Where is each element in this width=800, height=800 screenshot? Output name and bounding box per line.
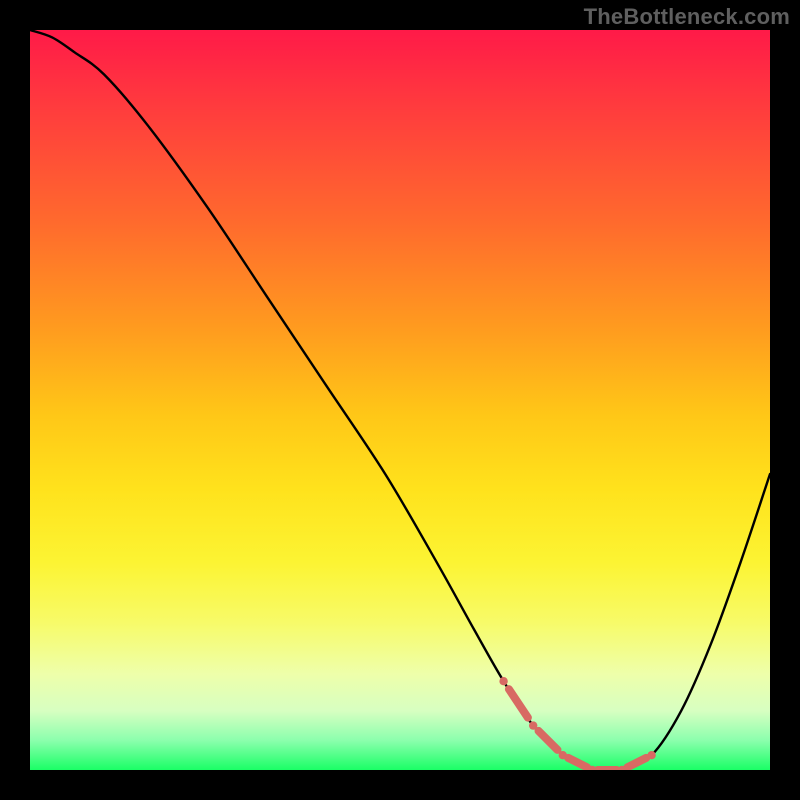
optimal-range-marker bbox=[568, 758, 587, 767]
bottleneck-curve bbox=[30, 30, 770, 770]
frame: TheBottleneck.com bbox=[0, 0, 800, 800]
optimal-range-dot bbox=[618, 766, 626, 770]
optimal-range-marker bbox=[627, 758, 646, 767]
optimal-range-markers bbox=[499, 677, 655, 770]
watermark-text: TheBottleneck.com bbox=[584, 4, 790, 30]
optimal-range-dot bbox=[647, 751, 655, 759]
chart-svg bbox=[30, 30, 770, 770]
optimal-range-dot bbox=[588, 766, 596, 770]
optimal-range-marker bbox=[509, 689, 528, 717]
optimal-range-dot bbox=[559, 751, 567, 759]
optimal-range-marker bbox=[539, 731, 558, 750]
plot-area bbox=[30, 30, 770, 770]
optimal-range-dot bbox=[499, 677, 507, 685]
optimal-range-dot bbox=[529, 721, 537, 729]
